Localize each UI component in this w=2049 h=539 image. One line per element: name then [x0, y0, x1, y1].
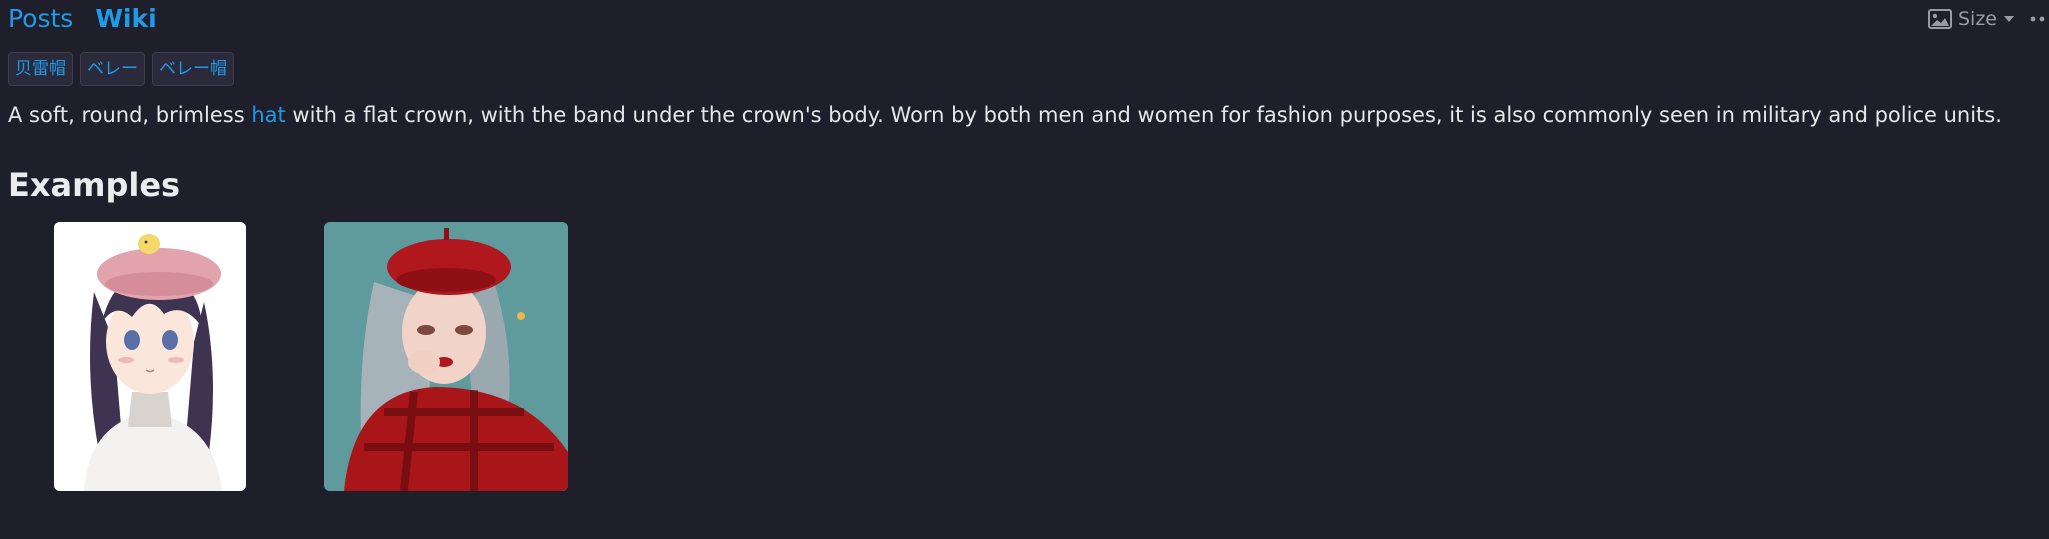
- wiki-description: A soft, round, brimless hat with a flat …: [8, 103, 2002, 127]
- more-options-icon[interactable]: [2029, 13, 2049, 25]
- tag-chip[interactable]: ベレー: [80, 52, 145, 86]
- tab-wiki[interactable]: Wiki: [95, 4, 156, 33]
- example-image: [54, 222, 246, 491]
- tab-posts[interactable]: Posts: [8, 4, 73, 33]
- tag-chip[interactable]: ベレー帽: [152, 52, 234, 86]
- other-names-list: 贝雷帽 ベレー ベレー帽: [8, 52, 234, 86]
- next-section-heading-partial: [8, 522, 148, 539]
- image-icon: [1927, 9, 1952, 29]
- description-text: A soft, round, brimless: [8, 103, 252, 127]
- wiki-page: Posts Wiki Size 贝雷帽 ベレー ベレー帽 A soft, rou…: [0, 0, 2049, 539]
- example-thumbnail[interactable]: [324, 222, 568, 491]
- example-image: [324, 222, 568, 491]
- size-dropdown[interactable]: Size: [1927, 8, 2015, 30]
- tag-chip[interactable]: 贝雷帽: [8, 52, 73, 86]
- example-thumbnail[interactable]: [54, 222, 246, 491]
- hat-link[interactable]: hat: [251, 103, 285, 127]
- description-text: with a flat crown, with the band under t…: [285, 103, 2002, 127]
- examples-heading: Examples: [8, 166, 181, 204]
- tab-bar: Posts Wiki: [8, 4, 157, 33]
- caret-down-icon: [2003, 15, 2015, 23]
- size-label: Size: [1957, 8, 1997, 30]
